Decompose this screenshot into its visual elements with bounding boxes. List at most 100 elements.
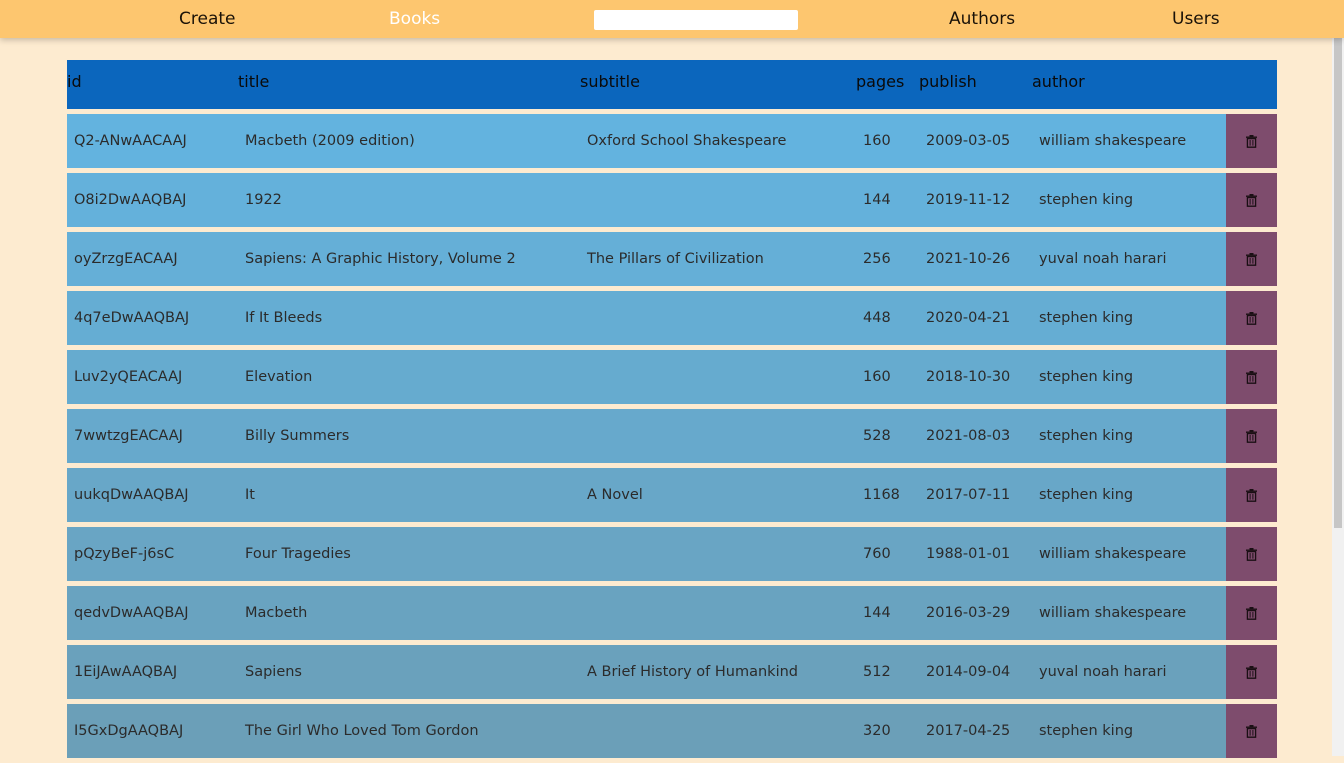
nav-users[interactable]: Users: [1172, 0, 1220, 38]
cell-author: stephen king: [1032, 173, 1226, 227]
scrollbar-thumb[interactable]: [1334, 38, 1342, 528]
cell-publish: 2019-11-12: [919, 173, 1032, 227]
cell-title: Sapiens: [238, 645, 580, 699]
cell-pages: 144: [856, 173, 919, 227]
cell-id: qedvDwAAQBAJ: [67, 586, 238, 640]
cell-subtitle: [580, 586, 856, 640]
header-author[interactable]: author: [1032, 60, 1226, 109]
cell-author: yuval noah harari: [1032, 232, 1226, 286]
cell-title: If It Bleeds: [238, 291, 580, 345]
cell-publish: 2017-07-11: [919, 468, 1032, 522]
header-id[interactable]: id: [67, 60, 238, 109]
cell-pages: 760: [856, 527, 919, 581]
table-row[interactable]: Q2-ANwAACAAJ Macbeth (2009 edition) Oxford…: [67, 114, 1277, 168]
cell-author: stephen king: [1032, 704, 1226, 758]
cell-subtitle: [580, 527, 856, 581]
page-scrollbar[interactable]: [1332, 38, 1344, 756]
cell-title: Macbeth: [238, 586, 580, 640]
cell-pages: 320: [856, 704, 919, 758]
cell-id: Luv2yQEACAAJ: [67, 350, 238, 404]
cell-pages: 528: [856, 409, 919, 463]
table-row[interactable]: 4q7eDwAAQBAJ If It Bleeds 448 2020-04-21 ste…: [67, 291, 1277, 345]
cell-author: yuval noah harari: [1032, 645, 1226, 699]
cell-id: pQzyBeF-j6sC: [67, 527, 238, 581]
delete-button[interactable]: [1226, 527, 1277, 581]
header-pages[interactable]: pages: [856, 60, 919, 109]
header-title[interactable]: title: [238, 60, 580, 109]
delete-button[interactable]: [1226, 173, 1277, 227]
cell-pages: 256: [856, 232, 919, 286]
cell-pages: 160: [856, 114, 919, 168]
trash-icon: [1246, 311, 1257, 325]
delete-button[interactable]: [1226, 232, 1277, 286]
cell-author: william shakespeare: [1032, 586, 1226, 640]
search-input[interactable]: [594, 10, 798, 30]
cell-title: Sapiens: A Graphic History, Volume 2: [238, 232, 580, 286]
cell-author: stephen king: [1032, 291, 1226, 345]
cell-subtitle: [580, 704, 856, 758]
cell-author: william shakespeare: [1032, 114, 1226, 168]
cell-subtitle: [580, 173, 856, 227]
table-row[interactable]: I5GxDgAAQBAJ The Girl Who Loved Tom Gordo…: [67, 704, 1277, 758]
cell-publish: 2021-08-03: [919, 409, 1032, 463]
cell-id: 4q7eDwAAQBAJ: [67, 291, 238, 345]
delete-button[interactable]: [1226, 586, 1277, 640]
cell-author: stephen king: [1032, 350, 1226, 404]
cell-title: It: [238, 468, 580, 522]
cell-subtitle: [580, 350, 856, 404]
books-table-body: Q2-ANwAACAAJ Macbeth (2009 edition) Oxford…: [67, 114, 1277, 758]
delete-button[interactable]: [1226, 350, 1277, 404]
cell-subtitle: A Brief History of Humankind: [580, 645, 856, 699]
table-row[interactable]: O8i2DwAAQBAJ 1922 144 2019-11-12 stephen kin…: [67, 173, 1277, 227]
cell-publish: 2014-09-04: [919, 645, 1032, 699]
nav-books[interactable]: Books: [389, 0, 440, 38]
header-subtitle[interactable]: subtitle: [580, 60, 856, 109]
table-row[interactable]: qedvDwAAQBAJ Macbeth 144 2016-03-29 william …: [67, 586, 1277, 640]
cell-title: Macbeth (2009 edition): [238, 114, 580, 168]
delete-button[interactable]: [1226, 645, 1277, 699]
cell-author: william shakespeare: [1032, 527, 1226, 581]
delete-button[interactable]: [1226, 704, 1277, 758]
trash-icon: [1246, 606, 1257, 620]
cell-publish: 1988-01-01: [919, 527, 1032, 581]
top-nav: Create Books Authors Users: [0, 0, 1344, 38]
table-row[interactable]: pQzyBeF-j6sC Four Tragedies 760 1988-01-01 w…: [67, 527, 1277, 581]
cell-id: O8i2DwAAQBAJ: [67, 173, 238, 227]
delete-button[interactable]: [1226, 291, 1277, 345]
header-actions: [1226, 60, 1277, 109]
header-publish[interactable]: publish: [919, 60, 1032, 109]
table-header-row: id title subtitle pages publish author: [67, 60, 1277, 109]
cell-pages: 512: [856, 645, 919, 699]
table-row[interactable]: 7wwtzgEACAAJ Billy Summers 528 2021-08-03 st…: [67, 409, 1277, 463]
cell-id: I5GxDgAAQBAJ: [67, 704, 238, 758]
trash-icon: [1246, 429, 1257, 443]
trash-icon: [1246, 724, 1257, 738]
trash-icon: [1246, 252, 1257, 266]
cell-subtitle: A Novel: [580, 468, 856, 522]
cell-id: uukqDwAAQBAJ: [67, 468, 238, 522]
table-row[interactable]: uukqDwAAQBAJ It A Novel 1168 2017-07-11 steph…: [67, 468, 1277, 522]
cell-title: 1922: [238, 173, 580, 227]
table-row[interactable]: oyZrzgEACAAJ Sapiens: A Graphic History, …: [67, 232, 1277, 286]
cell-subtitle: Oxford School Shakespeare: [580, 114, 856, 168]
trash-icon: [1246, 665, 1257, 679]
cell-publish: 2020-04-21: [919, 291, 1032, 345]
cell-title: The Girl Who Loved Tom Gordon: [238, 704, 580, 758]
cell-publish: 2017-04-25: [919, 704, 1032, 758]
cell-publish: 2016-03-29: [919, 586, 1032, 640]
delete-button[interactable]: [1226, 114, 1277, 168]
delete-button[interactable]: [1226, 409, 1277, 463]
cell-title: Billy Summers: [238, 409, 580, 463]
table-row[interactable]: Luv2yQEACAAJ Elevation 160 2018-10-30 stephe…: [67, 350, 1277, 404]
cell-id: 7wwtzgEACAAJ: [67, 409, 238, 463]
cell-publish: 2009-03-05: [919, 114, 1032, 168]
trash-icon: [1246, 370, 1257, 384]
cell-pages: 448: [856, 291, 919, 345]
nav-authors[interactable]: Authors: [949, 0, 1015, 38]
cell-pages: 1168: [856, 468, 919, 522]
table-row[interactable]: 1EiJAwAAQBAJ Sapiens A Brief History of Hu…: [67, 645, 1277, 699]
cell-id: 1EiJAwAAQBAJ: [67, 645, 238, 699]
delete-button[interactable]: [1226, 468, 1277, 522]
cell-publish: 2021-10-26: [919, 232, 1032, 286]
nav-create[interactable]: Create: [179, 0, 236, 38]
